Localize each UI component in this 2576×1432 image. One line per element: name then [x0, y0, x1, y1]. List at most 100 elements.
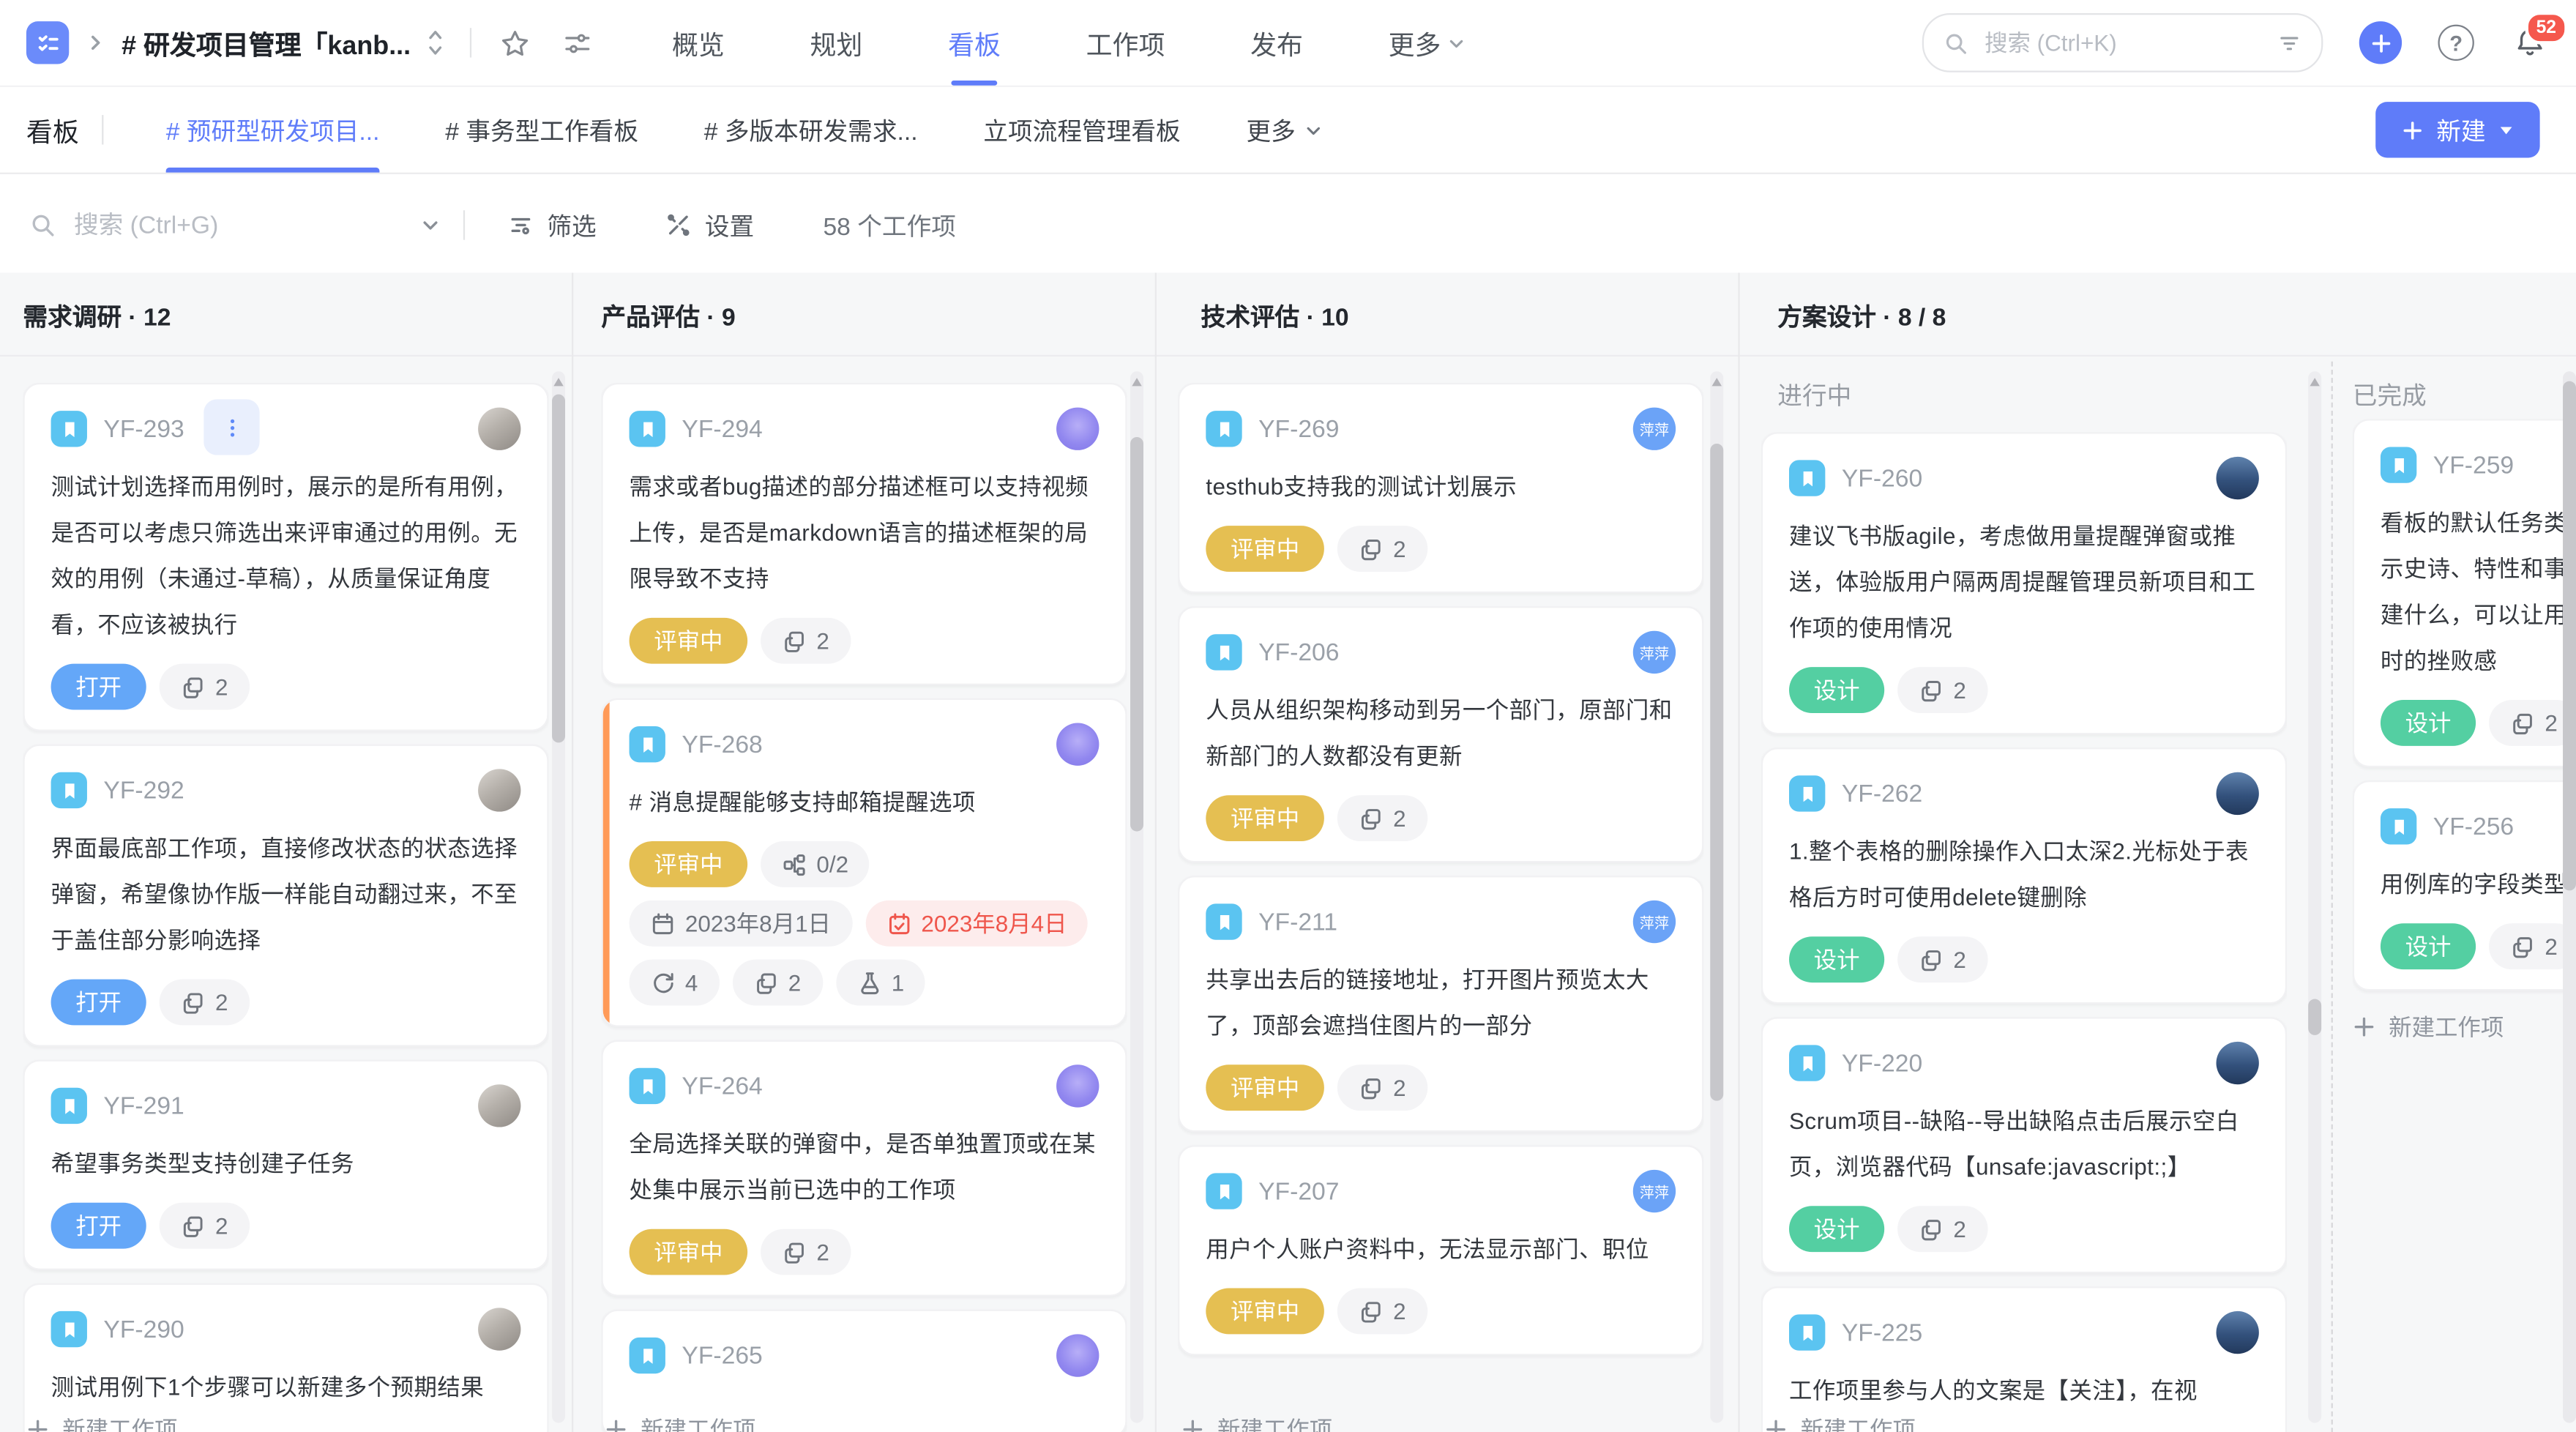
app-logo-icon[interactable] [26, 21, 70, 64]
card-badges: 设计 2 [2380, 923, 2576, 970]
badge-value: 4 [684, 969, 698, 996]
swimlane-label-done: 已完成 [2352, 382, 2427, 411]
card-header: YF-292 [51, 769, 521, 812]
kanban-card[interactable]: YF-220 Scrum项目--缺陷--导出缺陷点击后展示空白页，浏览器代码【un… [1761, 1017, 2288, 1274]
nav-item-board[interactable]: 看板 [948, 23, 1001, 86]
work-item-type-icon [1206, 1173, 1242, 1209]
kanban-card[interactable]: YF-264 全局选择关联的弹窗中，是否单独置顶或在某处集中展示当前已选中的工作项… [601, 1040, 1127, 1297]
column-cards-research: YF-293 测试计划选择而用例时，展示的是所有用例，是否可以考虑只筛选出来评审通… [23, 382, 549, 1432]
badge-value: 2 [1953, 946, 1966, 973]
assignee-avatar [1056, 723, 1100, 766]
status-badge: 评审中 [629, 841, 748, 887]
scrollbar[interactable] [1130, 371, 1144, 1423]
card-title: 共享出去后的链接地址，打开图片预览太大了，顶部会遮挡住图片的一部分 [1206, 966, 1649, 1039]
status-badge: 设计 [1788, 667, 1885, 714]
card-menu-button[interactable] [204, 399, 261, 455]
kanban-card[interactable]: YF-211 萍萍共享出去后的链接地址，打开图片预览太大了，顶部会遮挡住图片的一部… [1178, 876, 1704, 1133]
kanban-card[interactable]: YF-292 界面最底部工作项，直接修改状态的状态选择弹窗，希望像协作版一样能自动… [23, 744, 549, 1047]
scrollbar-thumb[interactable] [552, 394, 566, 743]
switcher-icon[interactable] [424, 25, 447, 61]
badge-value: 2023年8月1日 [684, 910, 831, 937]
board-view-tab-transaction[interactable]: # 事务型工作看板 [445, 87, 638, 173]
star-favorite-icon[interactable] [495, 23, 534, 62]
status-badge: 设计 [1788, 936, 1885, 983]
notification-count-badge: 52 [2524, 11, 2568, 45]
kanban-card[interactable]: YF-206 萍萍 人员从组织架构移动到另一个部门，原部门和新部门的人数都没有更新评… [1178, 606, 1704, 863]
badge-row: 评审中 2 [1206, 1288, 1676, 1335]
work-item-type-icon [1788, 1045, 1826, 1081]
kanban-card[interactable]: YF-293 测试计划选择而用例时，展示的是所有用例，是否可以考虑只筛选出来评审通… [23, 382, 549, 731]
kanban-card[interactable]: YF-268 # 消息提醒能够支持邮箱提醒选项 评审中 0/2 2023年8月1日 202… [601, 698, 1127, 1027]
column-cards-product-eval: YF-294 需求或者bug描述的部分描述框可以支持视频上传，是否是markdow… [601, 382, 1127, 1432]
add-work-item-button[interactable]: 新建工作项 [1181, 1406, 1707, 1432]
scroll-up-arrow[interactable] [1132, 378, 1142, 387]
work-item-type-icon [1206, 903, 1242, 940]
assignee-avatar [478, 1084, 521, 1127]
scrollbar[interactable] [552, 371, 566, 1423]
assignee-avatar [478, 407, 521, 450]
create-work-item-button[interactable]: 新建 [2375, 102, 2540, 158]
card-id: YF-265 [682, 1341, 763, 1370]
status-badge: 评审中 [629, 617, 748, 664]
global-search[interactable] [1922, 12, 2323, 72]
kanban-card[interactable]: YF-294 需求或者bug描述的部分描述框可以支持视频上传，是否是markdow… [601, 382, 1127, 685]
filter-button[interactable]: 筛选 [507, 208, 597, 242]
add-work-item-button[interactable]: 新建工作项 [605, 1406, 1130, 1432]
scroll-up-arrow[interactable] [1711, 378, 1722, 387]
nav-item-more[interactable]: 更多 [1389, 23, 1466, 62]
board-view-tab-more[interactable]: 更多 [1246, 87, 1321, 173]
badge-value: 2 [2545, 933, 2558, 960]
notifications-button[interactable]: 52 [2510, 11, 2568, 62]
board-view-tab-preresearch[interactable]: # 预研型研发项目... [165, 87, 380, 173]
scrollbar[interactable] [2308, 371, 2322, 1423]
status-badge: 评审中 [1206, 526, 1324, 573]
links-badge: 2 [1897, 1206, 1988, 1253]
scrollbar[interactable] [2563, 371, 2576, 1423]
board-view-tab-multiversion[interactable]: # 多版本研发需求... [704, 87, 918, 173]
card-id: YF-264 [682, 1072, 763, 1100]
kanban-card[interactable]: YF-207 萍萍 用户个人账户资料中，无法显示部门、职位 评审中 2 [1178, 1145, 1704, 1356]
scroll-up-arrow[interactable] [553, 378, 564, 387]
board-search[interactable] [29, 209, 440, 241]
quick-create-button[interactable] [2359, 21, 2403, 64]
board-search-input[interactable] [70, 209, 406, 241]
scrollbar-thumb[interactable] [2308, 999, 2322, 1035]
scroll-up-arrow[interactable] [2310, 378, 2320, 387]
alarm-calendar-icon [886, 911, 911, 936]
kanban-card[interactable]: YF-259 看板的默认任务类型 示史诗、特性和事 建什么，可以让用 时的挫败感设… [2352, 419, 2576, 768]
link-icon [181, 674, 206, 699]
card-id: YF-269 [1258, 414, 1340, 443]
nav-item-release[interactable]: 发布 [1250, 23, 1303, 62]
kanban-card[interactable]: YF-260 建议飞书版agile，考虑做用量提醒弹窗或推送，体验版用户隔两周提醒… [1761, 432, 2288, 735]
add-work-item-button[interactable]: 新建工作项 [1764, 1406, 2290, 1432]
card-id: YF-292 [103, 776, 184, 805]
badge-row: 打开 2 [51, 1202, 521, 1249]
app-window: # 研发项目管理「kanb... 概览 规划 看板 工作项 发布 更多 搜索 (… [0, 0, 2576, 1432]
assignee-avatar: 萍萍 [1632, 1169, 1676, 1213]
calendar-icon [651, 911, 676, 936]
board-toolbar: 筛选 设置 58 个工作项 [0, 174, 2576, 278]
scrollbar-thumb[interactable] [1130, 436, 1144, 832]
scrollbar-thumb[interactable] [1710, 443, 1724, 1101]
badge-value: 2 [816, 627, 829, 655]
links-badge: 2 [732, 959, 823, 1006]
scrollbar-thumb[interactable] [2563, 381, 2576, 891]
card-header: YF-211 萍萍 [1206, 900, 1676, 944]
settings-button[interactable]: 设置 [665, 208, 754, 242]
board-view-tab-approval-flow[interactable]: 立项流程管理看板 [983, 87, 1180, 173]
nav-item-work-items[interactable]: 工作项 [1086, 23, 1165, 62]
kanban-card[interactable]: YF-291 希望事务类型支持创建子任务 打开 2 [23, 1059, 549, 1270]
kanban-card[interactable]: YF-269 萍萍 testhub支持我的测试计划展示 评审中 2 [1178, 382, 1704, 594]
badge-value: 2 [214, 674, 228, 701]
scrollbar[interactable] [1710, 371, 1724, 1423]
view-settings-icon[interactable] [557, 23, 597, 62]
kanban-card[interactable]: YF-256 用例库的字段类型 设计 2 [2352, 780, 2576, 991]
help-icon[interactable]: ? [2438, 24, 2474, 61]
chevron-down-icon [1450, 39, 1463, 48]
nav-item-overview[interactable]: 概览 [672, 23, 725, 62]
add-work-item-button[interactable]: 新建工作项 [2353, 1004, 2576, 1043]
global-search-input[interactable] [1981, 28, 2264, 58]
nav-item-planning[interactable]: 规划 [810, 23, 863, 62]
add-work-item-button[interactable]: 新建工作项 [26, 1406, 552, 1432]
kanban-card[interactable]: YF-262 1.整个表格的删除操作入口太深2.光标处于表格后方时可使用delet… [1761, 747, 2288, 1004]
